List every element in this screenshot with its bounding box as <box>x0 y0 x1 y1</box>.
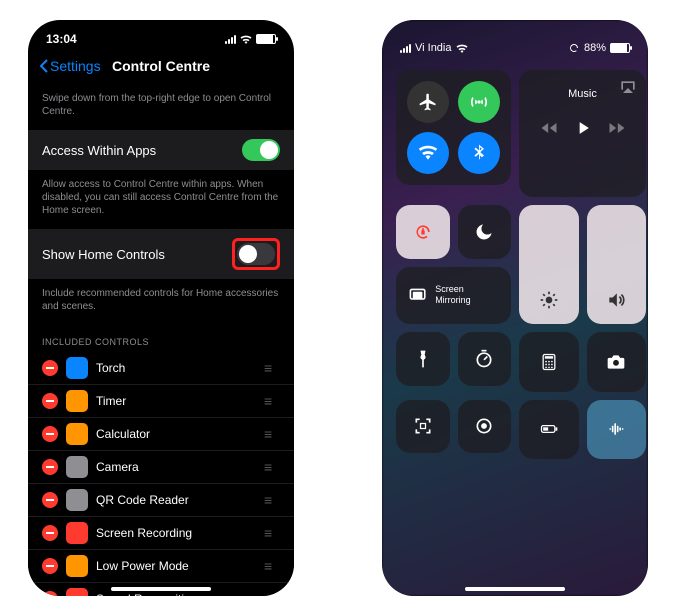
screen-mirroring-button[interactable]: Screen Mirroring <box>396 267 511 325</box>
list-item[interactable]: Torch ≡ <box>28 352 294 385</box>
battery-icon <box>610 43 630 53</box>
camera-icon <box>66 456 88 478</box>
bluetooth-button[interactable] <box>458 132 500 174</box>
connectivity-tile[interactable] <box>396 70 511 185</box>
status-icons <box>225 34 276 44</box>
access-toggle[interactable] <box>242 139 280 161</box>
battery-percent: 88% <box>584 42 606 54</box>
description-text: Include recommended controls for Home ac… <box>28 279 294 325</box>
calculator-button[interactable] <box>519 332 579 392</box>
torch-button[interactable] <box>396 332 450 386</box>
sound-recognition-button[interactable] <box>587 400 647 460</box>
screen-record-button[interactable] <box>458 400 512 454</box>
qr-icon <box>66 489 88 511</box>
item-label: Sound Recognition <box>96 592 256 596</box>
drag-handle[interactable]: ≡ <box>264 360 280 376</box>
page-title: Control Centre <box>28 58 294 74</box>
music-tile[interactable]: Music <box>519 70 646 197</box>
item-label: Timer <box>96 394 256 408</box>
sync-icon <box>568 42 580 54</box>
battery-icon <box>66 555 88 577</box>
item-label: Torch <box>96 361 256 375</box>
item-label: QR Code Reader <box>96 493 256 507</box>
signal-icon <box>225 35 236 44</box>
included-controls-header: INCLUDED CONTROLS <box>28 325 294 352</box>
show-home-controls-row[interactable]: Show Home Controls <box>28 229 294 279</box>
remove-button[interactable] <box>42 459 58 475</box>
play-button[interactable] <box>573 118 593 138</box>
mirror-label: Screen Mirroring <box>435 284 499 306</box>
included-list: Torch≡Timer≡Calculator≡Camera≡QR Code Re… <box>28 352 294 596</box>
ear-icon <box>66 588 88 596</box>
list-item[interactable]: Low Power Mode ≡ <box>28 550 294 583</box>
access-within-apps-row[interactable]: Access Within Apps <box>28 130 294 170</box>
volume-slider[interactable] <box>587 205 647 324</box>
music-label: Music <box>568 88 597 100</box>
item-label: Calculator <box>96 427 256 441</box>
wifi-icon <box>240 35 252 44</box>
qr-scanner-button[interactable] <box>396 400 450 454</box>
control-centre-grid: Music Screen Mirroring <box>382 62 648 443</box>
drag-handle[interactable]: ≡ <box>264 591 280 596</box>
prev-track-button[interactable] <box>539 118 559 138</box>
next-track-button[interactable] <box>607 118 627 138</box>
wifi-button[interactable] <box>407 132 449 174</box>
list-item[interactable]: Camera ≡ <box>28 451 294 484</box>
nav-bar: Settings Control Centre <box>28 52 294 84</box>
drag-handle[interactable]: ≡ <box>264 525 280 541</box>
drag-handle[interactable]: ≡ <box>264 459 280 475</box>
home-controls-toggle[interactable] <box>237 243 275 265</box>
remove-button[interactable] <box>42 591 58 596</box>
brightness-slider[interactable] <box>519 205 579 324</box>
control-centre-screen: Vi India 88% Music <box>382 20 648 596</box>
low-power-button[interactable] <box>519 400 579 460</box>
mirror-icon <box>408 285 427 305</box>
list-item[interactable]: Screen Recording ≡ <box>28 517 294 550</box>
home-indicator[interactable] <box>111 587 211 591</box>
drag-handle[interactable]: ≡ <box>264 492 280 508</box>
airplane-button[interactable] <box>407 81 449 123</box>
status-bar: Vi India 88% <box>382 20 648 62</box>
rotation-lock-button[interactable] <box>396 205 450 259</box>
wifi-icon <box>456 44 468 53</box>
description-text: Allow access to Control Centre within ap… <box>28 170 294 229</box>
remove-button[interactable] <box>42 393 58 409</box>
calculator-icon <box>66 423 88 445</box>
battery-icon <box>256 34 276 44</box>
remove-button[interactable] <box>42 525 58 541</box>
row-label: Show Home Controls <box>42 247 165 262</box>
clock: 13:04 <box>46 32 77 46</box>
drag-handle[interactable]: ≡ <box>264 426 280 442</box>
description-text: Swipe down from the top-right edge to op… <box>28 84 294 130</box>
timer-button[interactable] <box>458 332 512 386</box>
item-label: Low Power Mode <box>96 559 256 573</box>
item-label: Screen Recording <box>96 526 256 540</box>
item-label: Camera <box>96 460 256 474</box>
camera-button[interactable] <box>587 332 647 392</box>
list-item[interactable]: QR Code Reader ≡ <box>28 484 294 517</box>
do-not-disturb-button[interactable] <box>458 205 512 259</box>
timer-icon <box>66 390 88 412</box>
status-bar: 13:04 <box>28 20 294 52</box>
remove-button[interactable] <box>42 360 58 376</box>
drag-handle[interactable]: ≡ <box>264 393 280 409</box>
row-label: Access Within Apps <box>42 143 156 158</box>
list-item[interactable]: Timer ≡ <box>28 385 294 418</box>
torch-icon <box>66 357 88 379</box>
airplay-icon <box>618 78 638 98</box>
carrier-label: Vi India <box>415 42 452 54</box>
record-icon <box>66 522 88 544</box>
drag-handle[interactable]: ≡ <box>264 558 280 574</box>
highlight-annotation <box>232 238 280 270</box>
settings-screen: 13:04 Settings Control Centre Swipe down… <box>28 20 294 596</box>
home-indicator[interactable] <box>465 587 565 591</box>
remove-button[interactable] <box>42 558 58 574</box>
remove-button[interactable] <box>42 426 58 442</box>
list-item[interactable]: Calculator ≡ <box>28 418 294 451</box>
cellular-button[interactable] <box>458 81 500 123</box>
remove-button[interactable] <box>42 492 58 508</box>
signal-icon <box>400 44 411 53</box>
